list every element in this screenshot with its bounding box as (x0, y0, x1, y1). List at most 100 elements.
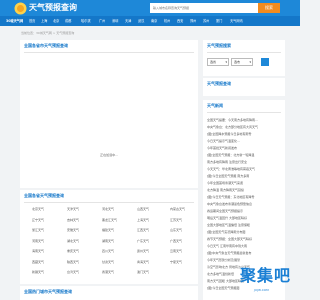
city-select[interactable]: 选市 ▾ (231, 58, 253, 66)
news-item[interactable]: 春节天气预报：全国大部天气晴好 (207, 237, 283, 241)
nav-item-shanghai[interactable]: 上海 (41, 16, 47, 26)
news-item[interactable]: [图]全国降水预报今日多地有雨雪 (207, 132, 283, 136)
news-item[interactable]: 今年首批天气新闻发布 (207, 146, 283, 150)
province-link[interactable]: 山东天气 (170, 228, 182, 233)
province-link[interactable]: 浙江天气 (32, 228, 44, 233)
news-item[interactable]: 全国天气提要：今天南方多地有降雨... (207, 118, 283, 122)
news-item[interactable]: [图]今日全国天气预报 南方多雨 (207, 174, 283, 178)
news-item[interactable]: 南方多地有降雨 注意出行安全 (207, 160, 283, 164)
province-link[interactable]: 广东天气 (137, 239, 149, 244)
nav-item-weather-news[interactable]: 天气网讯 (230, 16, 243, 26)
news-item[interactable]: 今年天气形势分析及展望 (207, 258, 283, 262)
province-link[interactable]: 河南天气 (32, 239, 44, 244)
site-header: 天气预报查询 搜索 (0, 0, 300, 16)
province-link[interactable]: 辽宁天气 (32, 218, 44, 223)
news-item[interactable]: 中央气象台发布寒潮蓝色预警信息 (207, 202, 283, 206)
main-panel-title: 全国各省市天气预报查询 (24, 43, 68, 48)
site-name[interactable]: 天气预报查询 (29, 2, 77, 14)
search-input[interactable] (150, 3, 258, 13)
divider (207, 112, 281, 113)
province-link[interactable]: 广西天气 (170, 239, 182, 244)
province-link[interactable]: 海南天气 (32, 249, 44, 254)
province-link[interactable]: 内蒙古天气 (170, 207, 185, 212)
hot-cities-title: 全国热门城市天气预报查询 (24, 289, 72, 294)
nav-item-guangzhou[interactable]: 广州 (99, 16, 105, 26)
news-item[interactable]: 春运期间全国天气预报提示 (207, 209, 283, 213)
news-item[interactable]: [图]今日天气预报：东北地区有降雪 (207, 195, 283, 199)
nav-item-home-brand[interactable]: 30城天气网 (6, 16, 23, 26)
weather-news-title: 天气新闻 (207, 103, 223, 108)
province-link[interactable]: 宁夏天气 (170, 260, 182, 265)
nav-item-hangzhou[interactable]: 杭州 (164, 16, 170, 26)
province-link[interactable]: 云南天气 (170, 249, 182, 254)
news-item[interactable]: [图]中央气象台天气预报最新发布 (207, 251, 283, 255)
province-link[interactable]: 湖南天气 (102, 239, 114, 244)
news-item[interactable]: [图]今日全国天气预报图 (207, 286, 283, 290)
sun-logo-icon[interactable] (14, 2, 27, 15)
nav-item-home[interactable]: 首页 (29, 16, 35, 26)
province-link[interactable]: 澳门天气 (137, 270, 149, 275)
loading-text: 正在加载中... (100, 153, 118, 157)
nav-item-wuhan[interactable]: 武汉 (138, 16, 144, 26)
province-link[interactable]: 陕西天气 (67, 260, 79, 265)
province-link[interactable]: 吉林天气 (67, 218, 79, 223)
divider (24, 202, 194, 203)
province-link[interactable]: 江苏天气 (170, 218, 182, 223)
province-link[interactable]: 四川天气 (102, 249, 114, 254)
news-item[interactable]: 今天天气：华北黄淮等地有雾霾天气 (207, 167, 283, 171)
province-link[interactable]: 北京天气 (32, 207, 44, 212)
nav-item-harbin[interactable]: 哈尔滨 (81, 16, 91, 26)
province-link[interactable]: 安徽天气 (67, 228, 79, 233)
main-nav: 30城天气网 首页 上海 北京 成都 哈尔滨 广州 深圳 天津 武汉 南京 杭州… (0, 16, 300, 26)
news-item[interactable]: [图]全国天气实况降雨分布图 (207, 230, 283, 234)
province-select[interactable]: 选省 ▾ (207, 58, 229, 66)
province-link[interactable]: 台湾天气 (67, 270, 79, 275)
province-link[interactable]: 上海天气 (137, 218, 149, 223)
province-link[interactable]: 黑龙江天气 (102, 218, 117, 223)
nav-item-nanjing[interactable]: 南京 (151, 16, 157, 26)
divider (207, 52, 281, 53)
province-link[interactable]: 新疆天气 (32, 270, 44, 275)
watermark-url: JUJI8.COM (254, 288, 269, 292)
province-link[interactable]: 贵州天气 (137, 249, 149, 254)
search-button[interactable]: 搜索 (258, 3, 280, 13)
province-link[interactable]: 福建天气 (102, 228, 114, 233)
news-item[interactable]: [图]全国天气预报：北方新一轮降温 (207, 153, 283, 157)
news-item[interactable]: 中央气象台：北方部分地区有大风天气 (207, 125, 283, 129)
news-item[interactable]: 全国大部地区气温偏低 注意保暖 (207, 223, 283, 227)
province-link[interactable]: 天津天气 (67, 207, 79, 212)
province-link[interactable]: 香港天气 (102, 270, 114, 275)
province-link[interactable]: 重庆天气 (67, 249, 79, 254)
watermark-logo: 聚集吧 (240, 266, 292, 285)
provinces-panel: 全国各省天气预报查询 北京天气 天津天气 河北天气 山西天气 内蒙古天气 辽宁天气 吉林天气… (20, 190, 198, 284)
nav-item-xiamen[interactable]: 厦门 (216, 16, 222, 26)
divider (24, 52, 194, 53)
province-select-value: 选省 (210, 60, 217, 64)
news-item[interactable]: 今日天气提示气温变化... (207, 139, 283, 143)
breadcrumb: 当前位置：30城天气网 > 天气预报查询 (21, 31, 75, 35)
nav-item-zhengzhou[interactable]: 郑州 (190, 16, 196, 26)
news-item[interactable]: 今年全国首场寒潮天气来袭 (207, 181, 283, 185)
news-item[interactable]: 今日天气 江南华南有中到大雨 (207, 244, 283, 248)
weather-search-title: 天气预报搜索 (207, 43, 231, 48)
nav-item-chengdu[interactable]: 成都 (65, 16, 71, 26)
nav-item-tianjin[interactable]: 天津 (125, 16, 131, 26)
chevron-down-icon: ▾ (249, 60, 251, 64)
province-link[interactable]: 山西天气 (137, 207, 149, 212)
province-link[interactable]: 江西天气 (137, 228, 149, 233)
province-link[interactable]: 西藏天气 (32, 260, 44, 265)
chevron-down-icon: ▾ (225, 60, 227, 64)
nav-item-xian[interactable]: 西安 (177, 16, 183, 26)
nav-item-shenzhen[interactable]: 深圳 (112, 16, 118, 26)
main-panel: 全国各省市天气预报查询 正在加载中... (20, 40, 198, 188)
province-link[interactable]: 甘肃天气 (102, 260, 114, 265)
province-link[interactable]: 青海天气 (137, 260, 149, 265)
news-item[interactable]: 北方降温 南方降雨天气延续 (207, 188, 283, 192)
nav-item-beijing[interactable]: 北京 (53, 16, 59, 26)
hot-cities-panel: 全国热门城市天气预报查询 (20, 286, 198, 300)
province-link[interactable]: 河北天气 (102, 207, 114, 212)
province-link[interactable]: 湖北天气 (67, 239, 79, 244)
news-item[interactable]: 明后天气温回升 大部地区晴好 (207, 216, 283, 220)
go-button[interactable] (261, 58, 269, 66)
nav-item-suzhou[interactable]: 苏州 (203, 16, 209, 26)
